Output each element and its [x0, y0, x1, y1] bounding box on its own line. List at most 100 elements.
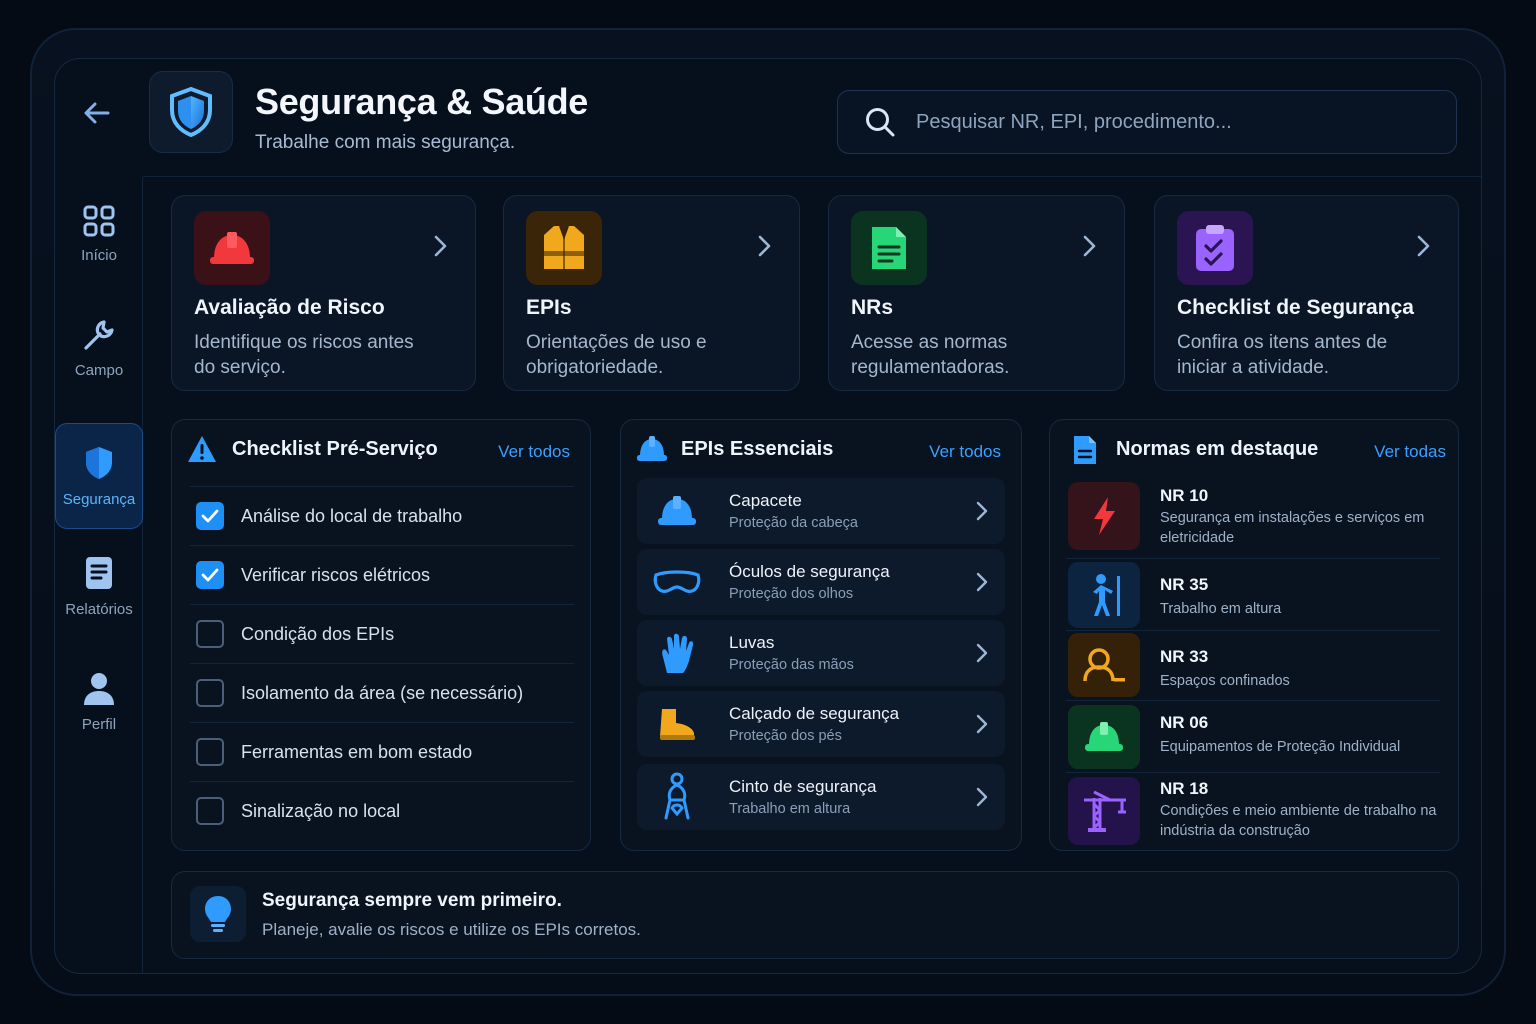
sidebar-item-relatorios[interactable]: Relatórios	[55, 533, 143, 639]
checklist-label: Condição dos EPIs	[241, 623, 395, 644]
epi-desc: Proteção dos pés	[729, 728, 842, 744]
epi-name: Cinto de segurança	[729, 777, 877, 796]
panel-title: Checklist Pré-Serviço	[232, 438, 438, 460]
checkbox[interactable]	[196, 620, 224, 648]
chevron-right-icon	[976, 572, 988, 592]
report-icon	[86, 556, 112, 589]
norma-desc: Equipamentos de Proteção Individual	[1160, 739, 1401, 755]
checklist-item[interactable]: Ferramentas em bom estado	[190, 722, 574, 781]
checklist-item[interactable]: Verificar riscos elétricos	[190, 545, 574, 604]
checkbox[interactable]	[196, 797, 224, 825]
lightning-icon	[1068, 482, 1140, 550]
norma-item-nr35[interactable]: NR 35 Trabalho em altura	[1066, 558, 1440, 630]
epi-item-oculos[interactable]: Óculos de segurança Proteção dos olhos	[637, 549, 1005, 615]
epi-item-calcado[interactable]: Calçado de segurança Proteção dos pés	[637, 691, 1005, 757]
checklist-item[interactable]: Sinalização no local	[190, 781, 574, 840]
chevron-right-icon	[434, 235, 447, 257]
sidebar-item-inicio[interactable]: Início	[55, 181, 143, 287]
epi-name: Luvas	[729, 633, 775, 652]
sidebar-item-label: Perfil	[81, 715, 117, 733]
lightbulb-icon	[190, 886, 246, 942]
search-bar[interactable]	[837, 90, 1457, 154]
sidebar-item-label: Início	[81, 246, 117, 264]
card-checklist-seguranca[interactable]: Checklist de Segurança Confira os itens …	[1154, 195, 1459, 391]
sidebar-item-label: Relatórios	[65, 600, 133, 618]
epi-item-cinto[interactable]: Cinto de segurança Trabalho em altura	[637, 764, 1005, 830]
search-input[interactable]	[916, 110, 1416, 134]
tip-banner: Segurança sempre vem primeiro. Planeje, …	[171, 871, 1459, 959]
header: Segurança & Saúde Trabalhe com mais segu…	[55, 59, 1481, 177]
warning-icon	[188, 436, 216, 462]
sidebar-item-campo[interactable]: Campo	[55, 295, 143, 401]
card-title: Avaliação de Risco	[194, 296, 385, 319]
card-desc: Orientações de uso e obrigatoriedade.	[526, 332, 707, 378]
ver-todas-link[interactable]: Ver todas	[1374, 442, 1446, 462]
panel-header: Normas em destaque Ver todas	[1050, 420, 1458, 480]
crane-icon	[1068, 777, 1140, 845]
arrow-left-icon	[84, 102, 110, 124]
hard-hat-icon	[194, 211, 270, 285]
checkbox[interactable]	[196, 679, 224, 707]
norma-item-nr10[interactable]: NR 10 Segurança em instalações e serviço…	[1066, 480, 1440, 558]
panel-header: Checklist Pré-Serviço Ver todos	[172, 420, 590, 480]
tip-title: Segurança sempre vem primeiro.	[262, 890, 562, 911]
epi-item-capacete[interactable]: Capacete Proteção da cabeça	[637, 478, 1005, 544]
chevron-right-icon	[976, 714, 988, 734]
ver-todos-link[interactable]: Ver todos	[929, 442, 1001, 462]
norma-item-nr06[interactable]: NR 06 Equipamentos de Proteção Individua…	[1066, 700, 1440, 772]
sidebar-item-perfil[interactable]: Perfil	[55, 649, 143, 755]
norma-item-nr18[interactable]: NR 18 Condições e meio ambiente de traba…	[1066, 772, 1440, 850]
chevron-right-icon	[1417, 235, 1430, 257]
epi-item-luvas[interactable]: Luvas Proteção das mãos	[637, 620, 1005, 686]
checklist-item[interactable]: Análise do local de trabalho	[190, 486, 574, 545]
header-divider	[143, 176, 1481, 177]
checklist-label: Verificar riscos elétricos	[241, 564, 431, 585]
card-epis[interactable]: EPIs Orientações de uso e obrigatoriedad…	[503, 195, 800, 391]
norma-desc: Trabalho em altura	[1160, 601, 1282, 617]
wrench-icon	[84, 319, 114, 350]
document-icon	[851, 211, 927, 285]
harness-icon	[645, 764, 709, 830]
search-icon	[864, 106, 896, 138]
card-desc: Confira os itens antes de iniciar a ativ…	[1177, 332, 1388, 378]
epi-desc: Trabalho em altura	[729, 801, 851, 817]
norma-code: NR 33	[1160, 647, 1209, 666]
checklist-label: Ferramentas em bom estado	[241, 741, 473, 762]
norma-code: NR 18	[1160, 779, 1209, 798]
epi-name: Calçado de segurança	[729, 704, 900, 723]
checklist-item[interactable]: Condição dos EPIs	[190, 604, 574, 663]
shield-icon	[170, 86, 212, 138]
epi-desc: Proteção das mãos	[729, 657, 854, 673]
check-icon	[201, 568, 219, 582]
norma-item-nr33[interactable]: NR 33 Espaços confinados	[1066, 630, 1440, 700]
norma-code: NR 35	[1160, 575, 1209, 594]
panel-title: EPIs Essenciais	[681, 438, 834, 460]
checkbox[interactable]	[196, 561, 224, 589]
checklist-item[interactable]: Isolamento da área (se necessário)	[190, 663, 574, 722]
checklist-panel: Checklist Pré-Serviço Ver todos Análise …	[171, 419, 591, 851]
glove-icon	[645, 620, 709, 686]
norma-desc: Espaços confinados	[1160, 673, 1290, 689]
norma-desc: Condições e meio ambiente de trabalho na…	[1160, 803, 1437, 839]
grid-icon	[83, 205, 115, 236]
epi-desc: Proteção da cabeça	[729, 515, 858, 531]
card-nrs[interactable]: NRs Acesse as normas regulamentadoras.	[828, 195, 1125, 391]
epi-name: Óculos de segurança	[729, 562, 890, 581]
norma-code: NR 06	[1160, 713, 1209, 732]
chevron-right-icon	[758, 235, 771, 257]
checkbox[interactable]	[196, 502, 224, 530]
check-icon	[201, 509, 219, 523]
ver-todos-link[interactable]: Ver todos	[498, 442, 570, 462]
goggles-icon	[645, 549, 709, 615]
chevron-right-icon	[976, 787, 988, 807]
card-avaliacao-risco[interactable]: Avaliação de Risco Identifique os riscos…	[171, 195, 476, 391]
norma-desc: Segurança em instalações e serviços em e…	[1160, 510, 1425, 546]
sidebar-item-seguranca[interactable]: Segurança	[55, 423, 143, 529]
checkbox[interactable]	[196, 738, 224, 766]
chevron-right-icon	[976, 643, 988, 663]
sidebar: Início Campo Segurança Relatórios Perfil	[55, 177, 143, 973]
back-button[interactable]	[77, 93, 117, 133]
card-desc: Acesse as normas regulamentadoras.	[851, 332, 1010, 378]
panel-header: EPIs Essenciais Ver todos	[621, 420, 1021, 480]
boot-icon	[645, 691, 709, 757]
